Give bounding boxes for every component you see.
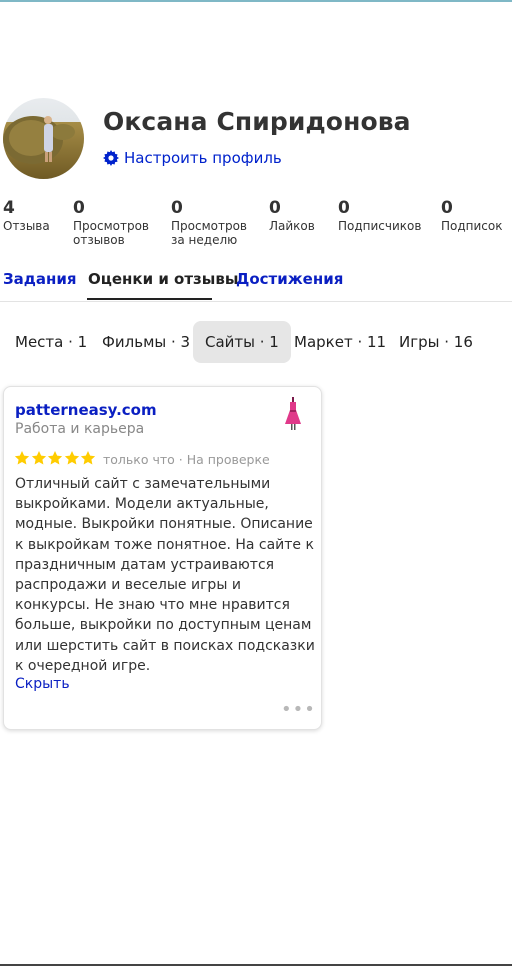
- category-places[interactable]: Места · 1: [3, 321, 99, 363]
- stat-label: Просмотров за неделю: [171, 219, 247, 247]
- stat-value: 0: [338, 198, 350, 218]
- tab-tasks[interactable]: Задания: [3, 270, 77, 288]
- settings-label: Настроить профиль: [124, 149, 282, 167]
- more-options-icon[interactable]: •••: [281, 699, 316, 720]
- stat-label: Подписчиков: [338, 219, 422, 233]
- star-icon: [64, 451, 79, 465]
- stat-value: 0: [269, 198, 281, 218]
- stat-value: 4: [3, 198, 15, 218]
- review-card: patterneasy.com Работа и карьера только …: [3, 386, 322, 730]
- stat-label: Отзыва: [3, 219, 50, 233]
- stat-label: Просмотров отзывов: [73, 219, 149, 247]
- review-site-category: Работа и карьера: [15, 421, 145, 437]
- star-icon: [31, 451, 46, 465]
- tab-achievements[interactable]: Достижения: [236, 270, 343, 288]
- stat-label: Лайков: [269, 219, 315, 233]
- stat-subscriptions[interactable]: 0 Подписок: [441, 199, 503, 233]
- avatar-photo: [3, 98, 84, 179]
- active-tab-indicator: [87, 298, 212, 300]
- stat-value: 0: [171, 198, 183, 218]
- avatar[interactable]: [3, 98, 84, 179]
- stat-review-views: 0 Просмотров отзывов: [73, 199, 149, 247]
- stat-subscribers[interactable]: 0 Подписчиков: [338, 199, 421, 233]
- top-border: [0, 0, 512, 2]
- star-icon: [14, 451, 30, 465]
- rating-stars: [14, 450, 97, 466]
- review-meta: только что · На проверке: [103, 452, 270, 467]
- category-games[interactable]: Игры · 16: [387, 321, 485, 363]
- profile-name: Оксана Спиридонова: [103, 107, 411, 136]
- dress-icon: [285, 397, 301, 430]
- category-sites[interactable]: Сайты · 1: [193, 321, 291, 363]
- hide-link[interactable]: Скрыть: [15, 676, 70, 692]
- tabs-divider: [0, 301, 512, 302]
- review-text: Отличный сайт с замечательными выкройкам…: [15, 476, 315, 674]
- star-icon: [80, 451, 96, 465]
- tab-ratings-reviews[interactable]: Оценки и отзывы: [88, 270, 238, 288]
- stat-value: 0: [73, 198, 85, 218]
- star-icon: [47, 451, 63, 465]
- category-market[interactable]: Маркет · 11: [282, 321, 398, 363]
- stat-week-views: 0 Просмотров за неделю: [171, 199, 247, 247]
- stat-value: 0: [441, 198, 453, 218]
- category-films[interactable]: Фильмы · 3: [90, 321, 202, 363]
- stat-likes: 0 Лайков: [269, 199, 315, 233]
- stat-label: Подписок: [441, 219, 503, 233]
- review-site-link[interactable]: patterneasy.com: [15, 401, 157, 419]
- gear-icon: [103, 150, 119, 166]
- settings-link[interactable]: Настроить профиль: [103, 149, 282, 167]
- stat-reviews: 4 Отзыва: [3, 199, 50, 233]
